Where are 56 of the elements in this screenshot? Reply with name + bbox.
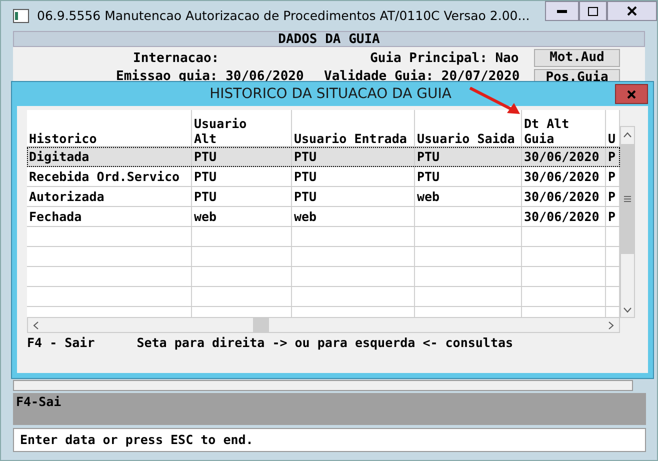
status-text: Enter data or press ESC to end. <box>20 430 254 449</box>
close-icon <box>627 6 637 16</box>
table-cell: PTU <box>194 149 217 164</box>
maximize-button[interactable] <box>579 1 607 21</box>
column-header[interactable]: Dt Alt Guia <box>522 110 606 146</box>
table-cell: 30/06/2020 <box>524 149 600 164</box>
table-cell: P <box>608 149 616 164</box>
minimize-icon <box>557 10 567 12</box>
table-cell: P <box>608 209 616 224</box>
field-label: Internacao: <box>133 50 220 68</box>
table-row[interactable]: Recebida Ord.Servico PTU PTU PTU 30/06/2020 P <box>27 167 620 187</box>
table-cell: P <box>608 189 616 204</box>
close-button[interactable] <box>607 1 657 21</box>
table-cell: PTU <box>417 149 440 164</box>
minimize-button[interactable] <box>545 1 579 21</box>
table-cell: PTU <box>417 169 440 184</box>
field-label: Emissao guia: 30/06/2020 <box>116 68 304 86</box>
table-cell: Recebida Ord.Servico <box>29 169 180 184</box>
table-cell: Digitada <box>29 149 90 164</box>
scrollbar-thumb[interactable] <box>253 318 269 332</box>
maximize-icon <box>588 6 598 16</box>
section-header: DADOS DA GUIA <box>13 31 645 47</box>
table-cell: web <box>417 189 440 204</box>
field-label: Validade Guia: 20/07/2020 <box>324 68 520 86</box>
table-cell: 30/06/2020 <box>524 209 600 224</box>
table-cell: PTU <box>294 169 317 184</box>
annotation-arrow <box>469 87 521 115</box>
column-header[interactable]: Usuario Entrada <box>292 110 415 146</box>
table-row[interactable]: Fechada web web 30/06/2020 P <box>27 207 620 227</box>
column-header[interactable]: Historico <box>27 110 192 146</box>
table-cell: PTU <box>194 169 217 184</box>
table-cell: PTU <box>294 149 317 164</box>
hint-text: Seta para direita -> ou para esquerda <- consultas <box>136 334 514 352</box>
table-cell: web <box>194 209 217 224</box>
app-icon <box>13 9 29 23</box>
dialog-title: HISTORICO DA SITUACAO DA GUIA <box>210 84 452 104</box>
grip-icon <box>624 196 631 202</box>
table-cell: web <box>294 209 317 224</box>
table-cell: PTU <box>294 189 317 204</box>
table-cell: 30/06/2020 <box>524 189 600 204</box>
window-title: 06.9.5556 Manutencao Autorizacao de Procedimentos AT/0110C Versao 2.00... <box>37 6 530 25</box>
table-cell: PTU <box>194 189 217 204</box>
form-button[interactable]: Mot.Aud <box>534 49 620 67</box>
hint-text: F4 - Sair <box>27 334 95 352</box>
table-cell: Fechada <box>29 209 82 224</box>
field-label: Guia Principal: Nao <box>370 50 519 68</box>
vertical-scrollbar[interactable] <box>620 126 635 318</box>
table-cell: 30/06/2020 <box>524 169 600 184</box>
table-row[interactable]: Autorizada PTU PTU web 30/06/2020 P <box>27 187 620 207</box>
table-cell: P <box>608 169 616 184</box>
horizontal-scrollbar[interactable] <box>27 317 620 333</box>
function-key-label: F4-Sai <box>16 394 62 409</box>
table-cell: Autorizada <box>29 189 104 204</box>
close-icon <box>627 90 636 98</box>
table-row[interactable]: Digitada PTU PTU PTU 30/06/2020 P <box>27 147 620 167</box>
column-header[interactable]: Usuario Alt <box>192 110 292 146</box>
